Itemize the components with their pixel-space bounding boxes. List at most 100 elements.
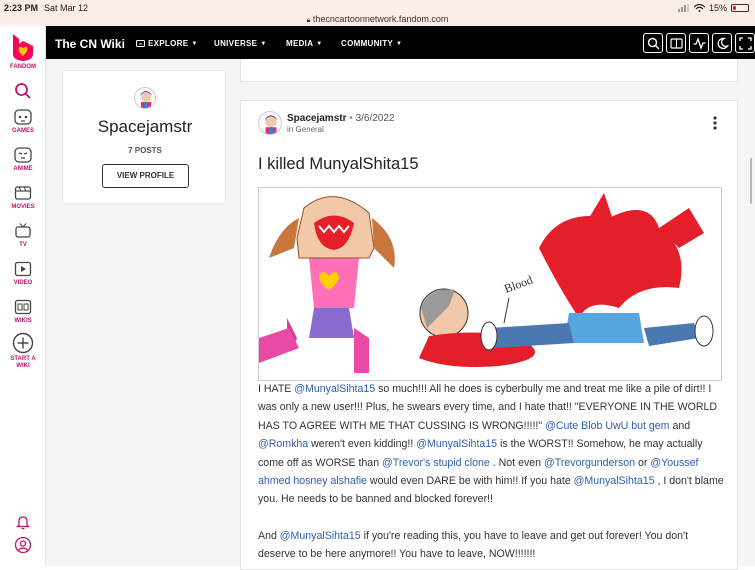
post-date: 3/6/2022 (355, 113, 395, 124)
post-title: I killed MunyalShita15 (258, 155, 419, 173)
search-icon (15, 83, 31, 99)
body-text: I HATE (258, 383, 295, 395)
nav-universe[interactable]: UNIVERSE ▼ (214, 39, 267, 48)
sidebar-item-games[interactable]: GAMES (0, 108, 46, 135)
avatar[interactable] (134, 87, 156, 109)
dark-mode-button[interactable] (712, 33, 732, 53)
previous-card (240, 59, 738, 82)
sidebar-item-anime[interactable]: ANIME (0, 146, 46, 173)
chevron-down-icon: ▼ (191, 40, 198, 47)
address-bar[interactable]: 🔒︎ thecncartoonnetwork.fandom.com (0, 14, 755, 25)
sidebar-item-label-line1: START A (10, 356, 36, 362)
nav-explore[interactable]: EXPLORE ▼ (136, 39, 198, 48)
sidebar-item-label: WIKIS (14, 318, 32, 324)
wifi-icon (693, 4, 705, 12)
nav-label: MEDIA (286, 39, 314, 48)
discussion-post: Spacejamstr • 3/6/2022 in General I kill… (240, 100, 738, 570)
body-text: And (258, 529, 280, 542)
nav-label: EXPLORE (148, 39, 189, 48)
sidebar-item-label-line2: WIKI (16, 362, 30, 369)
post-category[interactable]: in General (287, 125, 324, 134)
post-author[interactable]: Spacejamstr (287, 113, 346, 124)
lock-icon: 🔒︎ (306, 17, 311, 24)
sidebar-item-label: MOVIES (11, 204, 35, 210)
user-mention-link[interactable]: @Cute Blob UwU but gem (545, 420, 669, 432)
post-paragraph: I HATE @MunyalSihta15 so much!!! All he … (258, 380, 726, 509)
battery-percent: 15% (708, 3, 727, 13)
sidebar-item-tv[interactable]: TV (0, 222, 46, 249)
signal-icon (677, 4, 689, 12)
post-body: I HATE @MunyalSihta15 so much!!! All he … (258, 380, 726, 564)
fandom-global-sidebar: FANDOM GAMES ANIME MOVIES TV VIDEO WIKIS… (0, 26, 46, 566)
view-profile-button[interactable]: VIEW PROFILE (102, 164, 189, 188)
post-meta: Spacejamstr • 3/6/2022 (287, 113, 395, 124)
sidebar-item-label: ANIME (13, 166, 33, 172)
url-text: thecncartoonnetwork.fandom.com (312, 14, 449, 24)
wikis-icon (14, 299, 32, 315)
search-icon (647, 37, 660, 50)
nav-community[interactable]: COMMUNITY ▼ (341, 39, 402, 48)
search-button[interactable] (643, 33, 663, 53)
sidebar-item-label: VIDEO (13, 280, 33, 286)
user-mention-link[interactable]: @Trevorgunderson (544, 457, 635, 469)
expand-icon (739, 37, 752, 50)
search-button[interactable] (0, 82, 46, 102)
explore-icon (136, 39, 145, 47)
body-text: or (635, 456, 651, 469)
wiki-name-link[interactable]: The CN Wiki (55, 37, 125, 51)
body-text: . Not even (489, 456, 545, 469)
meta-separator: • (349, 113, 353, 124)
status-indicators: 15% (677, 3, 749, 13)
notifications-button[interactable] (0, 514, 46, 532)
author-avatar[interactable] (258, 111, 282, 135)
image-blood-label: Blood (502, 273, 534, 296)
user-account-button[interactable] (0, 536, 46, 556)
chevron-down-icon: ▼ (260, 40, 267, 47)
body-text: and (669, 419, 691, 432)
user-mention-link[interactable]: @MunyalSihta15 (294, 383, 375, 395)
user-mention-link[interactable]: @MunyalSihta15 (574, 475, 655, 487)
user-mention-link[interactable]: @MunyalSihta15 (280, 530, 361, 542)
drawing-illustration: Blood (259, 193, 714, 373)
moon-icon (717, 37, 729, 50)
post-image[interactable]: Blood (258, 187, 722, 381)
community-header: The CN Wiki EXPLORE ▼ UNIVERSE ▼ MEDIA ▼… (46, 26, 755, 59)
user-mention-link[interactable]: @MunyalSihta15 (416, 438, 497, 450)
sidebar-item-wikis[interactable]: WIKIS (0, 298, 46, 325)
nav-label: COMMUNITY (341, 39, 394, 48)
fandom-logo-label: FANDOM (10, 64, 36, 70)
fandom-heart-icon (13, 34, 33, 61)
profile-post-count: 7 POSTS (128, 146, 162, 155)
sidebar-item-label: GAMES (11, 128, 34, 134)
sidebar-item-start-a-wiki[interactable]: START A WIKI (0, 332, 46, 370)
profile-card: Spacejamstr 7 POSTS VIEW PROFILE (62, 70, 226, 204)
avatar-image (140, 91, 152, 108)
status-date: Sat Mar 12 (44, 3, 89, 13)
nav-label: UNIVERSE (214, 39, 258, 48)
battery-icon (731, 4, 749, 12)
more-options-button[interactable] (710, 115, 720, 131)
user-mention-link[interactable]: @Trevor's stupid clone (382, 457, 490, 469)
nav-media[interactable]: MEDIA ▼ (286, 39, 323, 48)
sidebar-item-video[interactable]: VIDEO (0, 260, 46, 287)
sidebar-item-movies[interactable]: MOVIES (0, 184, 46, 211)
fullscreen-button[interactable] (735, 33, 755, 53)
sidebar-item-label: TV (19, 242, 27, 248)
clapperboard-icon (14, 186, 32, 200)
tv-icon (15, 223, 31, 238)
scrollbar-thumb[interactable] (750, 158, 752, 204)
wiki-content-button[interactable] (666, 33, 686, 53)
profile-username[interactable]: Spacejamstr (63, 117, 227, 137)
anime-icon (14, 147, 32, 163)
fandom-logo[interactable]: FANDOM (0, 32, 46, 71)
video-icon (14, 261, 32, 277)
user-mention-link[interactable]: @Romkha (258, 438, 308, 450)
bell-icon (15, 516, 31, 530)
avatar-image (264, 115, 278, 134)
activity-button[interactable] (689, 33, 709, 53)
body-text: would even DARE be with him!! If you hat… (366, 475, 574, 488)
status-time: 2:23 PM (4, 3, 39, 13)
gamepad-icon (14, 109, 32, 125)
chevron-down-icon: ▼ (316, 40, 323, 47)
kebab-menu-icon (713, 116, 717, 130)
